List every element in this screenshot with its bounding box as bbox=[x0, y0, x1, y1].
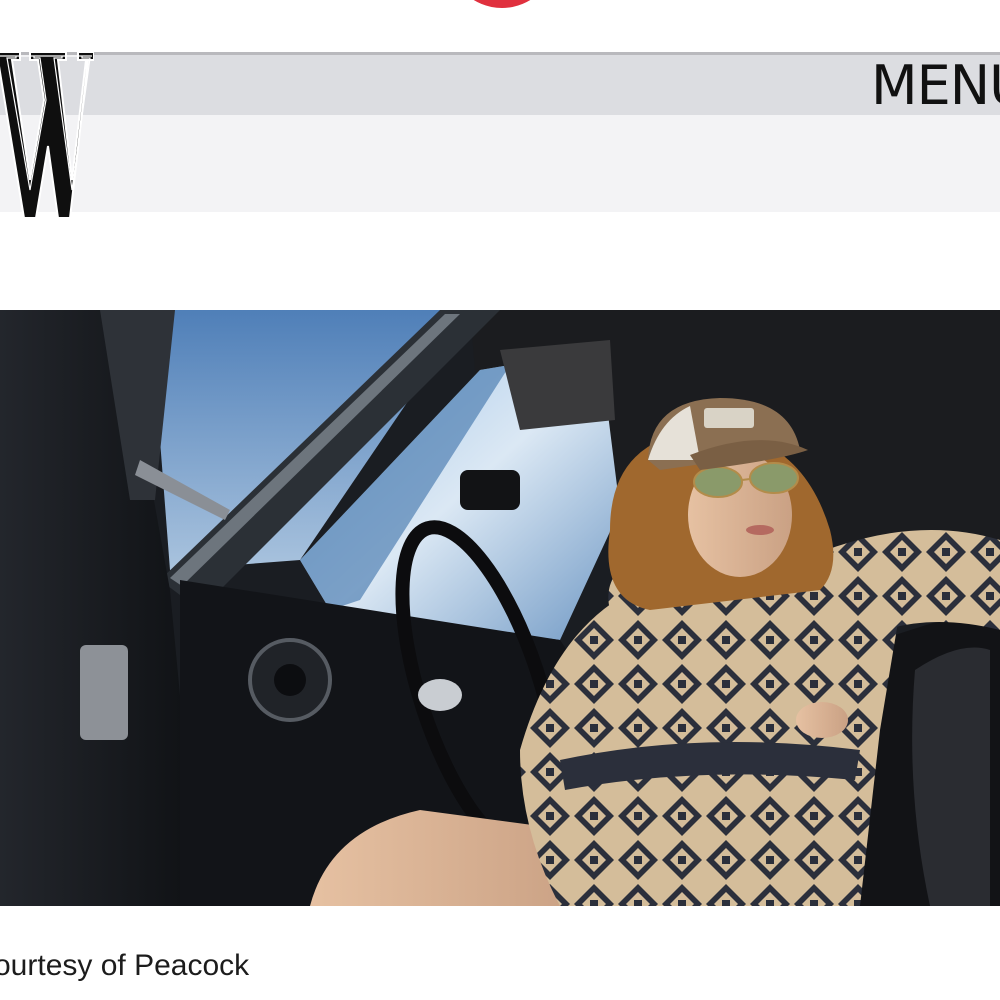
page: MENU bbox=[0, 0, 1000, 1000]
image-caption: ourtesy of Peacock bbox=[0, 949, 250, 982]
header-subbar bbox=[0, 115, 1000, 212]
header-bar bbox=[0, 55, 1000, 115]
notification-indicator bbox=[448, 0, 556, 8]
menu-button[interactable]: MENU bbox=[871, 56, 1000, 116]
site-logo[interactable] bbox=[0, 40, 94, 230]
top-strip bbox=[0, 0, 1000, 52]
hero-image bbox=[0, 310, 1000, 906]
